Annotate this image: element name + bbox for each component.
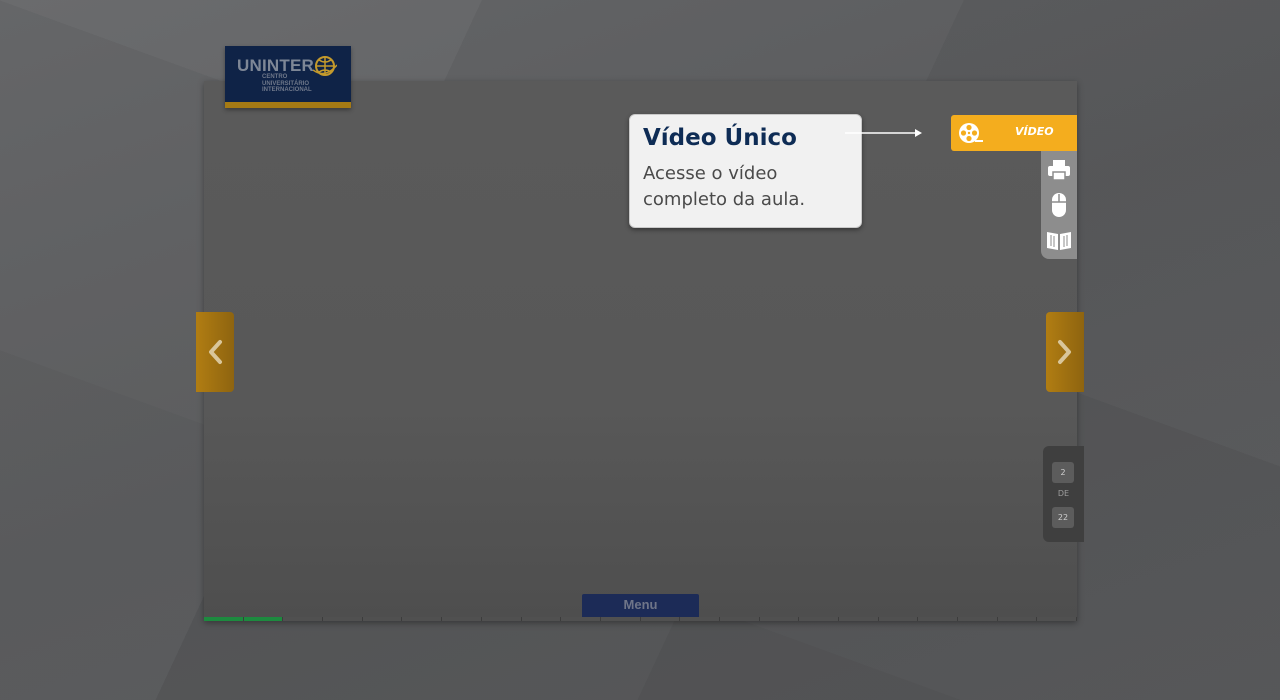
video-button[interactable]: VÍDEO (951, 115, 1077, 151)
current-page: 2 (1052, 462, 1074, 483)
page-counter: 2 DE 22 (1043, 446, 1084, 542)
progress-segment (839, 617, 879, 621)
progress-segment (918, 617, 959, 621)
video-tooltip: Vídeo Único Acesse o vídeo completo da a… (629, 114, 862, 228)
progress-segment (283, 617, 324, 621)
next-page-button[interactable] (1046, 312, 1084, 392)
video-button-label: VÍDEO (1015, 125, 1054, 138)
tooltip-pointer-arrow (845, 129, 922, 137)
progress-segment (243, 617, 284, 621)
progress-segment (402, 617, 443, 621)
tools-panel (1041, 151, 1077, 259)
tooltip-text: Acesse o vídeo completo da aula. (643, 163, 806, 210)
progress-segment (442, 617, 482, 621)
menu-button[interactable]: Menu (582, 594, 699, 617)
page-of-label: DE (1057, 489, 1070, 498)
progress-segment (561, 617, 601, 621)
print-button[interactable] (1046, 157, 1072, 183)
progress-segment (997, 617, 1038, 621)
progress-segment (799, 617, 839, 621)
logo-wordmark: UNINTER (237, 56, 314, 75)
progress-segment (719, 617, 760, 621)
tooltip-title: Vídeo Único (643, 125, 797, 151)
progress-segment (204, 617, 244, 621)
book-icon (1047, 232, 1071, 250)
mouse-icon (1052, 193, 1066, 217)
progress-segment (362, 617, 403, 621)
progress-segment (878, 617, 919, 621)
print-icon (1048, 160, 1070, 181)
progress-segment (1037, 617, 1078, 621)
mouse-button[interactable] (1046, 192, 1072, 218)
progress-segment (640, 617, 681, 621)
film-reel-icon (959, 123, 983, 143)
logo-subtitle: CENTRO UNIVERSITÁRIO INTERNACIONAL (262, 74, 312, 93)
chevron-right-icon (1058, 340, 1071, 364)
progress-segment (958, 617, 998, 621)
total-pages: 22 (1052, 507, 1074, 528)
progress-bar (204, 617, 1078, 621)
progress-segment (600, 617, 641, 621)
progress-segment (481, 617, 522, 621)
progress-segment (759, 617, 800, 621)
book-button[interactable] (1046, 227, 1072, 253)
uninter-logo: UNINTER CENTRO UNIVERSITÁRIO INTERNACION… (225, 46, 351, 108)
previous-page-button[interactable] (196, 312, 234, 392)
progress-segment (323, 617, 363, 621)
progress-segment (680, 617, 720, 621)
chevron-left-icon (209, 340, 222, 364)
progress-segment (521, 617, 562, 621)
